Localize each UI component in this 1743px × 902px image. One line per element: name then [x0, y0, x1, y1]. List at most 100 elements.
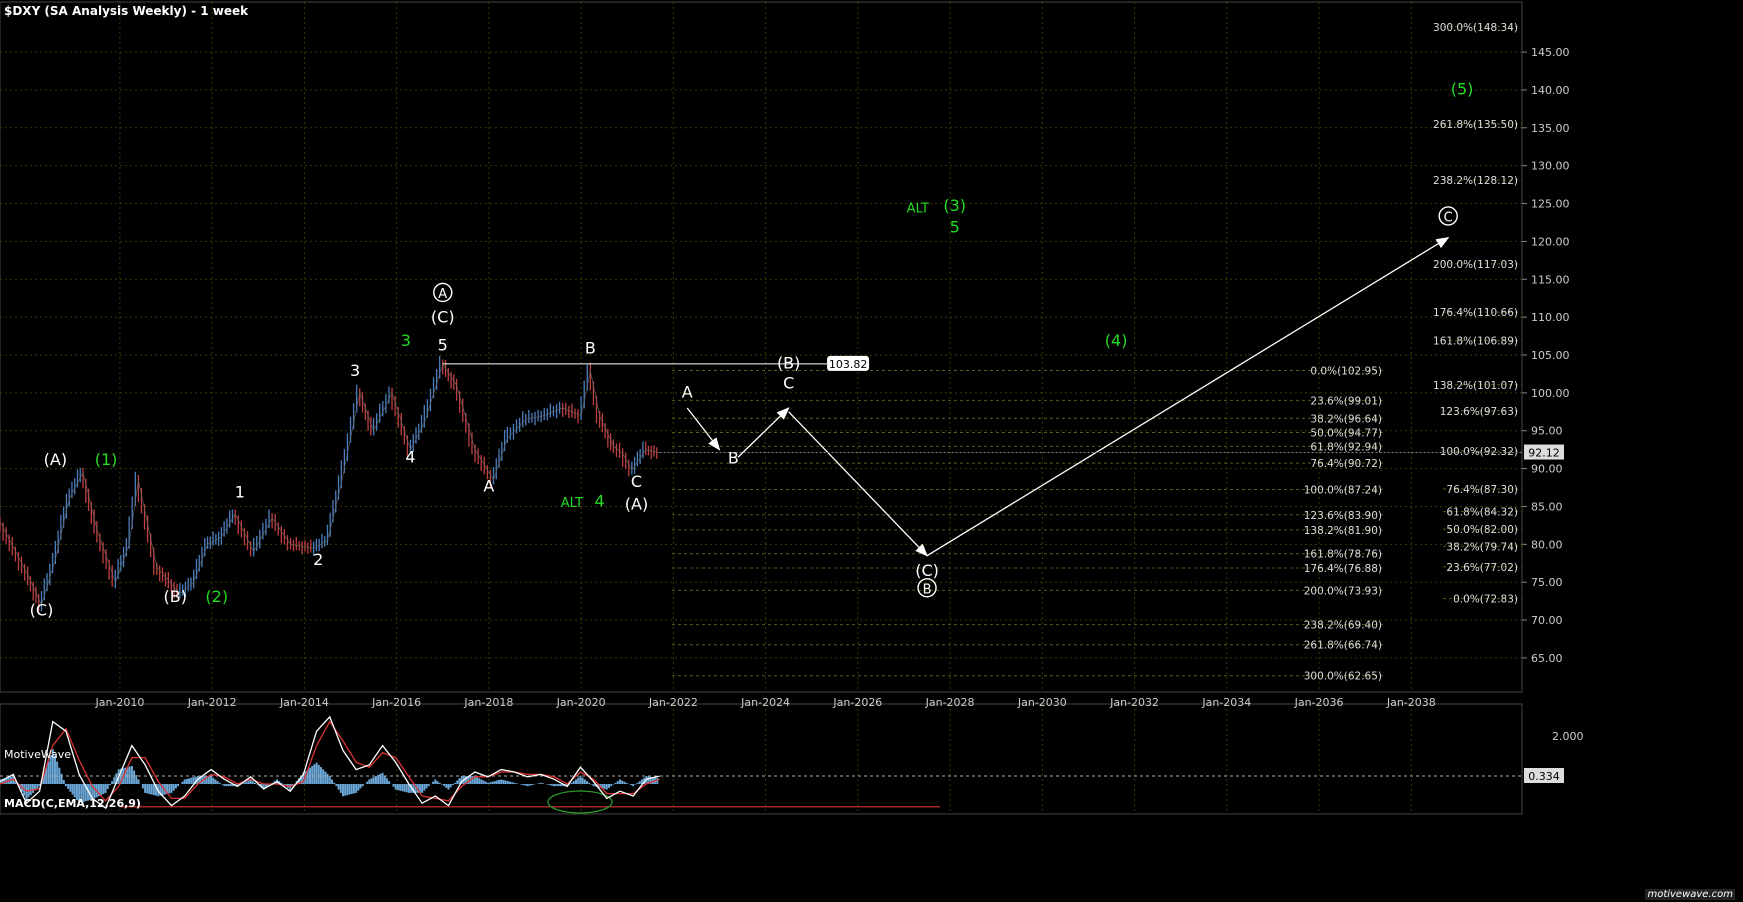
fib-mid-label: 176.4%(76.88): [1304, 563, 1382, 575]
fib-right-label: 161.8%(106.89): [1433, 336, 1518, 348]
wave-label: A: [682, 382, 693, 401]
fib-right-label: 238.2%(128.12): [1433, 175, 1518, 187]
wave-label: B: [923, 582, 932, 597]
wave-label: 1: [235, 482, 245, 501]
x-tick-label: Jan-2020: [556, 696, 606, 709]
x-tick-label: Jan-2014: [279, 696, 329, 709]
macd-last-label: 0.334: [1528, 770, 1560, 783]
fib-mid-label: 123.6%(83.90): [1304, 510, 1382, 522]
x-tick-label: Jan-2038: [1386, 696, 1436, 709]
fib-right-label: 176.4%(110.66): [1433, 307, 1518, 319]
wave-label: 4: [594, 491, 604, 510]
fib-right-label: 100.0%(92.32): [1440, 446, 1518, 458]
fib-mid-label: 138.2%(81.90): [1304, 525, 1382, 537]
wave-label: A: [483, 476, 494, 495]
wave-label: (5): [1451, 79, 1474, 98]
wave-label: (3): [943, 196, 966, 215]
y-tick-label: 95.00: [1531, 425, 1563, 438]
fib-mid-label: 61.8%(92.94): [1310, 441, 1382, 453]
fib-mid-label: 200.0%(73.93): [1304, 585, 1382, 597]
fib-mid-label: 100.0%(87.24): [1304, 484, 1382, 496]
macd-highlight-ellipse: [547, 790, 613, 814]
price-grid: [0, 1, 1523, 815]
y-tick-label: 110.00: [1531, 311, 1570, 324]
chart-canvas: 300.0%(148.34) 261.8%(135.50) 238.2%(128.1…: [0, 1, 1584, 815]
x-tick-label: Jan-2030: [1017, 696, 1067, 709]
y-tick-label: 100.00: [1531, 387, 1570, 400]
fib-mid-label: 76.4%(90.72): [1310, 458, 1382, 470]
fib-mid-label: 261.8%(66.74): [1304, 640, 1382, 652]
wave-labels: (C)(A) (1)(B) (2)123345(C)AABALT 4C(A)ABC(B…: [30, 79, 1474, 619]
x-tick-label: Jan-2018: [463, 696, 513, 709]
fib-right-label: 61.8%(84.32): [1446, 507, 1518, 519]
y-tick-label: 130.00: [1531, 160, 1570, 173]
fib-right-label: 123.6%(97.63): [1440, 406, 1518, 418]
fib-right-label: 261.8%(135.50): [1433, 119, 1518, 131]
fib-right-label: 50.0%(82.00): [1446, 524, 1518, 536]
y-tick-label: 135.00: [1531, 122, 1570, 135]
wave-label: (B): [777, 354, 800, 373]
wave-label: 3: [401, 331, 411, 350]
y-tick-label: 145.00: [1531, 46, 1570, 59]
wave-label: 4: [405, 448, 415, 467]
x-tick-label: Jan-2022: [648, 696, 698, 709]
fib-mid-label: 38.2%(96.64): [1310, 413, 1382, 425]
resistance-label: 103.82: [829, 358, 868, 371]
y-tick-label: 75.00: [1531, 576, 1563, 589]
fib-mid-label: 300.0%(62.65): [1304, 671, 1382, 683]
fib-mid-label: 161.8%(78.76): [1304, 549, 1382, 561]
brand-logo: motivewave.com: [1645, 889, 1735, 900]
fib-mid-label: 0.0%(102.95): [1310, 366, 1382, 378]
wave-label: 2: [313, 550, 323, 569]
wave-label: (C): [915, 561, 939, 580]
watermark: MotiveWave: [4, 748, 72, 761]
fib-right-label: 38.2%(79.74): [1446, 541, 1518, 553]
wave-label: B: [585, 338, 596, 357]
fib-right-label: 300.0%(148.34): [1433, 22, 1518, 34]
chart-title: $DXY (SA Analysis Weekly) - 1 week: [4, 4, 249, 18]
y-tick-label: 90.00: [1531, 463, 1563, 476]
x-tick-label: Jan-2024: [740, 696, 790, 709]
y-tick-label: 120.00: [1531, 235, 1570, 248]
x-tick-label: Jan-2036: [1294, 696, 1344, 709]
y-tick-label: 70.00: [1531, 614, 1563, 627]
fib-mid-label: 23.6%(99.01): [1310, 395, 1382, 407]
x-tick-label: Jan-2032: [1109, 696, 1159, 709]
x-tick-label: Jan-2012: [187, 696, 237, 709]
price-path: [0, 363, 660, 606]
wave-label: (A): [44, 450, 67, 469]
wave-label: B: [728, 448, 739, 467]
x-tick-label: Jan-2010: [94, 696, 144, 709]
wave-label: (2): [205, 587, 228, 606]
wave-label: C: [631, 472, 642, 491]
wave-label: (1): [95, 450, 118, 469]
fib-mid-label: 238.2%(69.40): [1304, 620, 1382, 632]
wave-label: A: [438, 287, 447, 302]
fib-right-label: 23.6%(77.02): [1446, 562, 1518, 574]
wave-label: 3: [350, 361, 360, 380]
macd-title: MACD(C,EMA,12,26,9): [4, 797, 141, 810]
fib-right-label: 138.2%(101.07): [1433, 380, 1518, 392]
wave-label: ALT: [907, 202, 929, 217]
fib-right-label: 76.4%(87.30): [1446, 484, 1518, 496]
y-tick-label: 80.00: [1531, 538, 1563, 551]
y-tick-label: 115.00: [1531, 273, 1570, 286]
y-tick-label: 65.00: [1531, 652, 1563, 665]
fib-mid-label: 50.0%(94.77): [1310, 427, 1382, 439]
y-tick-label: 140.00: [1531, 84, 1570, 97]
wave-label: (A): [625, 494, 648, 513]
wave-label: (C): [431, 307, 455, 326]
wave-label: 5: [438, 335, 448, 354]
y-tick-label: 105.00: [1531, 349, 1570, 362]
x-tick-label: Jan-2026: [832, 696, 882, 709]
fib-right-label: 200.0%(117.03): [1433, 259, 1518, 271]
wave-label: (B): [164, 587, 187, 606]
wave-label: (4): [1105, 331, 1128, 350]
x-tick-label: Jan-2016: [371, 696, 421, 709]
wave-label: C: [783, 373, 794, 392]
y-tick-label: 85.00: [1531, 500, 1563, 513]
fib-levels: 300.0%(148.34) 261.8%(135.50) 238.2%(128.1…: [672, 22, 1522, 683]
macd-y-tick: 2.000: [1552, 730, 1584, 743]
wave-label: C: [1444, 210, 1453, 225]
projection-arrow: [686, 407, 721, 451]
